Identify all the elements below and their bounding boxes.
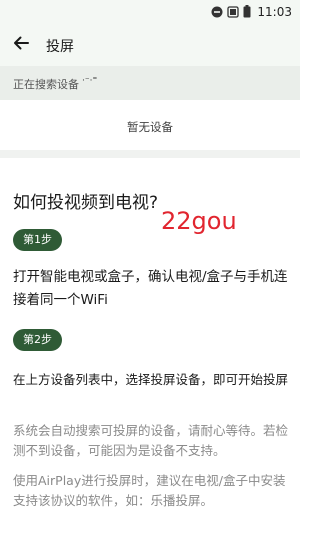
status-time: 11:03: [257, 5, 292, 19]
step-2-text: 在上方设备列表中，选择投屏设备，即可开始投屏: [13, 372, 289, 387]
help-title: 如何投视频到电视?: [13, 193, 159, 213]
status-icons: 11:03: [211, 3, 292, 21]
search-status-strip: 正在搜索设备 ·⁻·⁼: [0, 66, 300, 100]
step-1-text: 打开智能电视或盒子，确认电视/盒子与手机连接着同一个WiFi: [13, 269, 288, 308]
section-divider: [0, 150, 300, 158]
do-not-disturb-icon: [211, 3, 223, 22]
search-status-text: 正在搜索设备: [13, 78, 79, 91]
empty-device-text: 暂无设备: [127, 120, 173, 134]
step-1-badge: 第1步: [13, 229, 62, 251]
battery-saver-icon: [227, 3, 240, 22]
device-list: 暂无设备: [0, 100, 300, 150]
arrow-back-icon: [12, 34, 30, 56]
search-status: 正在搜索设备 ·⁻·⁼: [13, 76, 97, 92]
back-button[interactable]: [9, 33, 33, 57]
help-note-airplay: 使用AirPlay进行投屏时，建议在电视/盒子中安装支持该协议的软件，如：乐播投…: [13, 473, 286, 508]
help-note-search: 系统会自动搜索可投屏的设备，请耐心等待。若检测不到设备，可能因为是设备不支持。: [13, 423, 289, 458]
page-title: 投屏: [46, 39, 74, 55]
battery-icon: [243, 3, 251, 22]
app-bar: 投屏: [0, 24, 300, 66]
watermark-text: 22gou: [161, 207, 237, 235]
status-bar: 11:03: [0, 0, 300, 24]
searching-dots-indicator: ·⁻·⁼: [82, 76, 98, 86]
step-2-badge: 第2步: [13, 329, 62, 351]
